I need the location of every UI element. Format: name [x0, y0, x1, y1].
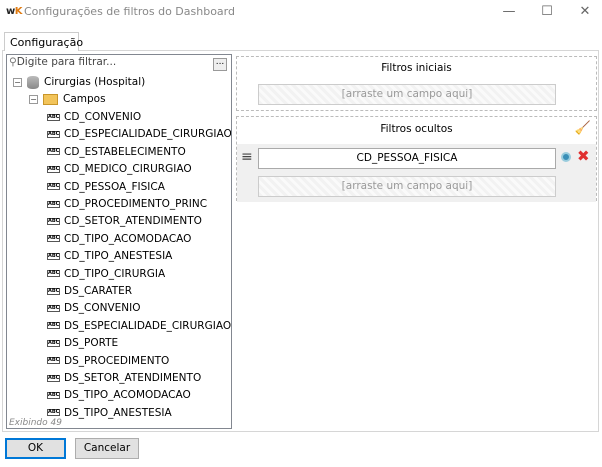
hidden-drop-zone[interactable]: [arraste um campo aqui] — [258, 176, 556, 197]
tree-field-item[interactable]: ABC CD_TIPO_ANESTESIA — [47, 248, 172, 265]
tree-node-root[interactable]: − Cirurgias (Hospital) — [13, 74, 145, 91]
hidden-filters-title: Filtros ocultos — [380, 123, 453, 135]
text-field-icon: ABC — [47, 252, 60, 260]
text-field-icon: ABC — [47, 270, 60, 278]
tree-field-item[interactable]: ABC CD_ESPECIALIDADE_CIRURGIAO — [47, 126, 231, 143]
tree-field-item[interactable]: ABC CD_PESSOA_FISICA — [47, 179, 165, 196]
minimize-button[interactable]: — — [494, 2, 524, 22]
database-icon — [27, 75, 39, 89]
tree-field-item[interactable]: ABC DS_PORTE — [47, 335, 118, 352]
tree-field-item[interactable]: ABC DS_CARATER — [47, 283, 132, 300]
tree-field-item[interactable]: ABC CD_TIPO_ACOMODACAO — [47, 231, 191, 248]
initial-filters-title: Filtros iniciais — [381, 62, 452, 74]
tree-field-item[interactable]: ABC DS_SETOR_ATENDIMENTO — [47, 370, 201, 387]
text-field-icon: ABC — [47, 235, 60, 243]
folder-icon — [43, 93, 58, 105]
text-field-icon: ABC — [47, 391, 60, 399]
collapse-icon[interactable]: − — [13, 77, 22, 87]
maximize-button[interactable]: ☐ — [532, 2, 562, 22]
filter-input[interactable]: ⚲Digite para filtrar... — [9, 56, 229, 72]
tree-field-item[interactable]: ABC DS_PROCEDIMENTO — [47, 353, 169, 370]
text-field-icon: ABC — [47, 148, 60, 156]
status-count: Exibindo 49 — [9, 418, 62, 428]
tree-field-item[interactable]: ABC DS_TIPO_ACOMODACAO — [47, 387, 191, 404]
settings-gear-icon[interactable] — [561, 152, 571, 162]
text-field-icon: ABC — [47, 322, 60, 330]
tree-field-item[interactable]: ABC CD_MEDICO_CIRURGIAO — [47, 161, 192, 178]
app-logo: wK — [6, 6, 23, 17]
text-field-icon: ABC — [47, 357, 60, 365]
text-field-icon: ABC — [47, 304, 60, 312]
tree-field-item[interactable]: ABC CD_PROCEDIMENTO_PRINC — [47, 196, 207, 213]
initial-drop-zone[interactable]: [arraste um campo aqui] — [258, 84, 556, 105]
text-field-icon: ABC — [47, 217, 60, 225]
tree-field-item[interactable]: ABC DS_ESPECIALIDADE_CIRURGIAO — [47, 318, 231, 335]
text-field-icon: ABC — [47, 183, 60, 191]
close-button[interactable]: ✕ — [570, 2, 600, 22]
text-field-icon: ABC — [47, 339, 60, 347]
text-field-icon: ABC — [47, 409, 60, 417]
collapse-icon[interactable]: − — [29, 94, 38, 104]
more-options-button[interactable]: ... — [213, 58, 227, 71]
cancel-button[interactable]: Cancelar — [75, 438, 139, 459]
initial-filters-box: Filtros iniciais [arraste um campo aqui] — [236, 56, 597, 111]
text-field-icon: ABC — [47, 113, 60, 121]
title-bar: wK Configurações de filtros do Dashboard… — [0, 0, 602, 26]
tree-field-item[interactable]: ABC CD_CONVENIO — [47, 109, 141, 126]
text-field-icon: ABC — [47, 200, 60, 208]
hidden-filter-row: ≡ CD_PESSOA_FISICA ✖ [arraste um campo a… — [237, 144, 596, 202]
tree-field-item[interactable]: ABC CD_ESTABELECIMENTO — [47, 144, 186, 161]
hidden-filter-field[interactable]: CD_PESSOA_FISICA — [258, 148, 556, 169]
text-field-icon: ABC — [47, 287, 60, 295]
tree-field-item[interactable]: ABC CD_TIPO_CIRURGIA — [47, 266, 165, 283]
tree-field-item[interactable]: ABC DS_CONVENIO — [47, 300, 140, 317]
window-title: Configurações de filtros do Dashboard — [24, 5, 235, 18]
tree-field-item[interactable]: ABC CD_SETOR_ATENDIMENTO — [47, 213, 202, 230]
ok-button[interactable]: OK — [5, 438, 66, 459]
remove-x-icon[interactable]: ✖ — [577, 147, 590, 165]
broom-clear-icon[interactable]: 🧹 — [575, 121, 591, 136]
field-tree[interactable]: ⚲Digite para filtrar... ... − Cirurgias (… — [6, 54, 232, 429]
text-field-icon: ABC — [47, 374, 60, 382]
tree-field-item[interactable]: ABC DS_TIPO_ANESTESIA — [47, 405, 172, 422]
text-field-icon: ABC — [47, 130, 60, 138]
text-field-icon: ABC — [47, 165, 60, 173]
search-icon: ⚲ — [9, 56, 17, 68]
hidden-filters-box: Filtros ocultos 🧹 ≡ CD_PESSOA_FISICA ✖ [… — [236, 116, 597, 202]
drag-handle-icon[interactable]: ≡ — [241, 150, 253, 164]
tree-node-folder[interactable]: − Campos — [29, 91, 106, 108]
tab-configuracao[interactable]: Configuração — [4, 32, 83, 51]
